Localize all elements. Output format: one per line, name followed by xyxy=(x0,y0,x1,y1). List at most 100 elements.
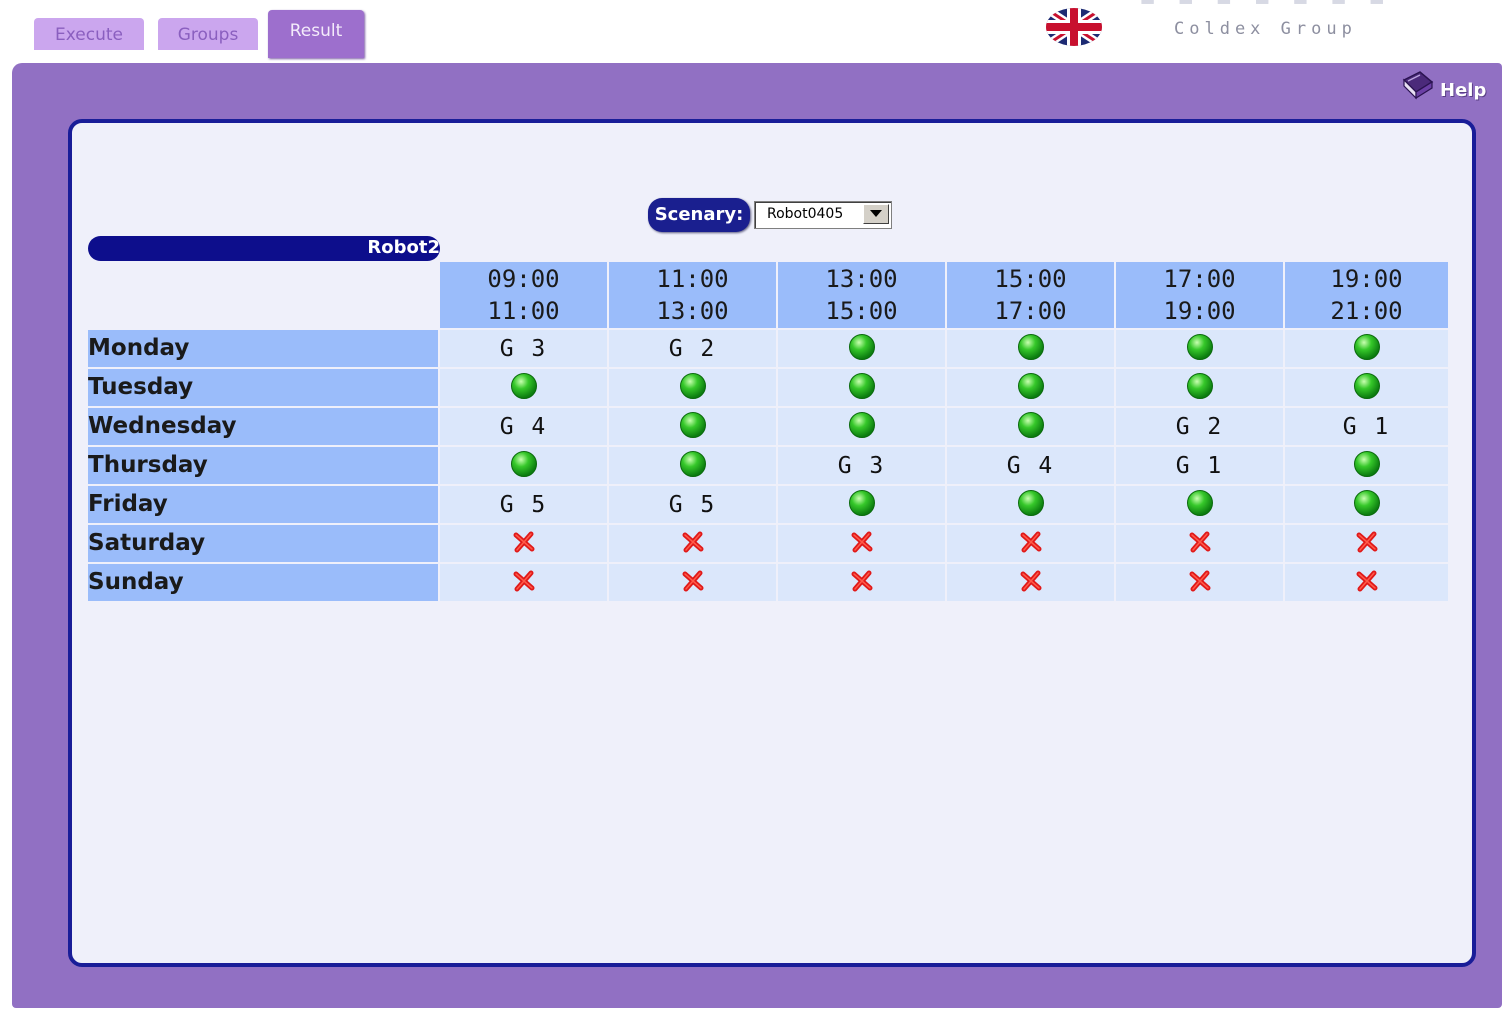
schedule-cell xyxy=(609,525,776,562)
tab-result[interactable]: Result xyxy=(268,10,364,58)
schedule-cell xyxy=(609,447,776,484)
schedule-cell xyxy=(1285,525,1448,562)
slot-end-time: 15:00 xyxy=(825,297,898,325)
day-label: Wednesday xyxy=(88,408,438,445)
table-corner xyxy=(88,262,438,328)
schedule-cell xyxy=(947,408,1114,445)
schedule-cell xyxy=(609,408,776,445)
available-icon xyxy=(1186,489,1214,521)
slot-end-time: 17:00 xyxy=(994,297,1067,325)
unavailable-icon xyxy=(850,569,874,597)
schedule-cell: G 3 xyxy=(778,447,945,484)
table-row: Thursday G 3 G 4 G 1 xyxy=(88,447,1448,484)
available-icon xyxy=(510,450,538,482)
day-label: Thursday xyxy=(88,447,438,484)
scenary-select[interactable]: Robot0405 xyxy=(754,201,892,229)
dropdown-button[interactable] xyxy=(863,204,889,224)
schedule-body: Monday G 3G 2 Tuesday Wednesday G 4G 2G 1 Thu… xyxy=(88,330,1448,601)
group-label: G 3 xyxy=(837,452,886,479)
schedule-cell xyxy=(1116,330,1283,367)
schedule-cell: G 4 xyxy=(440,408,607,445)
page: Execute Groups Result ▬ ▬ ▬ ▬ ▬ ▬ ▬ ▬ ▬ … xyxy=(0,0,1504,1009)
slot-start-time: 19:00 xyxy=(1330,265,1403,293)
time-slot-header: 11:00 13:00 xyxy=(609,262,776,328)
schedule-cell xyxy=(440,447,607,484)
time-slot-header: 15:00 17:00 xyxy=(947,262,1114,328)
schedule-cell xyxy=(947,330,1114,367)
schedule-cell xyxy=(1285,330,1448,367)
schedule-cell: G 4 xyxy=(947,447,1114,484)
schedule-cell xyxy=(1116,564,1283,601)
available-icon xyxy=(1353,489,1381,521)
chevron-down-icon xyxy=(870,210,882,217)
day-label: Tuesday xyxy=(88,369,438,406)
schedule-cell xyxy=(778,486,945,523)
schedule-cell xyxy=(440,564,607,601)
unavailable-icon xyxy=(1188,569,1212,597)
slot-start-time: 09:00 xyxy=(487,265,560,293)
schedule-cell xyxy=(609,564,776,601)
schedule-cell: G 3 xyxy=(440,330,607,367)
available-icon xyxy=(1353,450,1381,482)
union-flag-icon xyxy=(1045,6,1103,48)
slot-end-time: 13:00 xyxy=(656,297,729,325)
unavailable-icon xyxy=(1188,530,1212,558)
table-row: Wednesday G 4 G 2 G 1 xyxy=(88,408,1448,445)
logo-decoration: ▬ ▬ ▬ ▬ ▬ ▬ ▬ ▬ ▬ ▬ ▬ ▬ ▬ ▬ xyxy=(1140,0,1425,8)
group-label: G 2 xyxy=(1175,413,1224,440)
unavailable-icon xyxy=(1355,569,1379,597)
scenary-selected-value: Robot0405 xyxy=(767,206,844,222)
schedule-table: 09:00 11:00 11:00 13:00 13:00 15:00 15:00 17:00… xyxy=(86,260,1450,603)
schedule-cell xyxy=(778,525,945,562)
available-icon xyxy=(510,372,538,404)
logo-text: Coldex Group xyxy=(1174,19,1357,39)
available-icon xyxy=(848,411,876,443)
day-label: Friday xyxy=(88,486,438,523)
available-icon xyxy=(679,372,707,404)
schedule-cell xyxy=(947,525,1114,562)
group-label: G 1 xyxy=(1342,413,1391,440)
schedule-cell: G 2 xyxy=(609,330,776,367)
available-icon xyxy=(848,489,876,521)
unavailable-icon xyxy=(512,569,536,597)
schedule-cell: G 5 xyxy=(440,486,607,523)
time-slot-header: 13:00 15:00 xyxy=(778,262,945,328)
schedule-cell xyxy=(1116,369,1283,406)
schedule-cell xyxy=(609,369,776,406)
table-row: Monday G 3 G 2 xyxy=(88,330,1448,367)
schedule-cell xyxy=(1285,447,1448,484)
available-icon xyxy=(679,411,707,443)
unavailable-icon xyxy=(512,530,536,558)
available-icon xyxy=(848,372,876,404)
schedule-cell xyxy=(1285,564,1448,601)
unavailable-icon xyxy=(1019,569,1043,597)
scenary-label: Scenary: xyxy=(648,198,750,232)
available-icon xyxy=(1186,372,1214,404)
schedule-cell: G 1 xyxy=(1116,447,1283,484)
available-icon xyxy=(1353,333,1381,365)
schedule-cell: G 1 xyxy=(1285,408,1448,445)
book-icon xyxy=(1402,71,1434,100)
group-label: G 2 xyxy=(668,335,717,362)
group-label: G 4 xyxy=(499,413,548,440)
available-icon xyxy=(679,450,707,482)
available-icon xyxy=(1186,333,1214,365)
tab-execute[interactable]: Execute xyxy=(34,18,144,50)
time-slot-header: 19:00 21:00 xyxy=(1285,262,1448,328)
schedule-cell xyxy=(778,408,945,445)
time-slot-header-row: 09:00 11:00 11:00 13:00 13:00 15:00 15:00 17:00… xyxy=(88,262,1448,328)
available-icon xyxy=(1017,411,1045,443)
time-slot-header: 09:00 11:00 xyxy=(440,262,607,328)
tab-groups[interactable]: Groups xyxy=(158,18,258,50)
schedule-cell xyxy=(778,330,945,367)
schedule-cell xyxy=(947,369,1114,406)
available-icon xyxy=(1017,372,1045,404)
robot-name-bar: Robot2 xyxy=(88,236,440,261)
table-row: Tuesday xyxy=(88,369,1448,406)
unavailable-icon xyxy=(1355,530,1379,558)
available-icon xyxy=(1017,333,1045,365)
schedule-cell: G 2 xyxy=(1116,408,1283,445)
slot-start-time: 13:00 xyxy=(825,265,898,293)
unavailable-icon xyxy=(850,530,874,558)
schedule-cell xyxy=(1116,486,1283,523)
